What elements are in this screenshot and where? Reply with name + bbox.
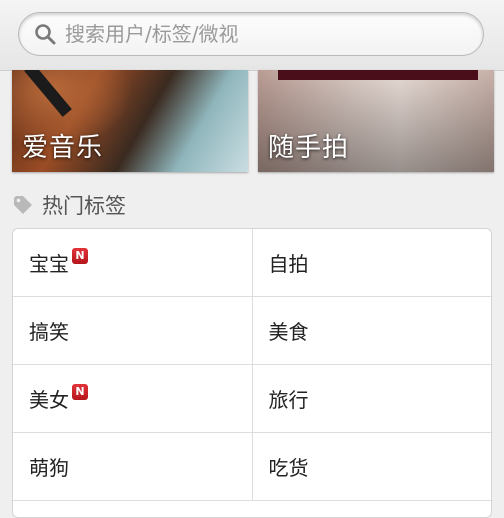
tag-label: 旅行 (268, 388, 309, 412)
hot-tags-header: 热门标签 (12, 190, 126, 220)
tag-label: 美食 (268, 320, 309, 344)
tag-row: 萌狗 吃货 (13, 433, 491, 501)
banner-music[interactable]: 爱音乐 (12, 70, 248, 172)
search-bar (0, 0, 504, 71)
tag-item-chihuo[interactable]: 吃货 (253, 433, 492, 500)
tag-icon (14, 196, 32, 214)
banner-label: 随手拍 (268, 133, 350, 163)
search-input[interactable] (65, 22, 445, 46)
tag-item-baobao[interactable]: 宝宝 N (13, 229, 253, 296)
banner-label: 爱音乐 (22, 133, 104, 163)
tag-grid: 宝宝 N 自拍 搞笑 美食 美女 N 旅行 萌狗 吃货 (12, 228, 492, 518)
tag-item-meishi[interactable]: 美食 (253, 297, 492, 364)
tag-row: 宝宝 N 自拍 (13, 229, 491, 297)
banner-photo[interactable]: 随手拍 (258, 70, 494, 172)
tag-label: 自拍 (268, 252, 309, 276)
tag-item-meinv[interactable]: 美女 N (13, 365, 253, 432)
guitar-image (24, 70, 72, 117)
new-badge: N (72, 247, 88, 264)
tag-item-denggou[interactable]: 萌狗 (13, 433, 253, 500)
phone-image (278, 70, 478, 80)
section-title: 热门标签 (42, 194, 126, 218)
search-box[interactable] (18, 12, 484, 56)
tag-label: 吃货 (268, 456, 309, 480)
tag-label: 萌狗 (29, 456, 69, 480)
tag-row: 搞笑 美食 (13, 297, 491, 365)
new-badge: N (72, 383, 88, 400)
tag-row: 美女 N 旅行 (13, 365, 491, 433)
tag-item-gaoxiao[interactable]: 搞笑 (13, 297, 253, 364)
tag-label: 宝宝 (29, 252, 69, 276)
tag-label: 搞笑 (29, 320, 69, 344)
tag-item-zipai[interactable]: 自拍 (253, 229, 492, 296)
tag-item-lvxing[interactable]: 旅行 (253, 365, 492, 432)
tag-label: 美女 (29, 388, 69, 412)
search-icon (35, 24, 56, 45)
